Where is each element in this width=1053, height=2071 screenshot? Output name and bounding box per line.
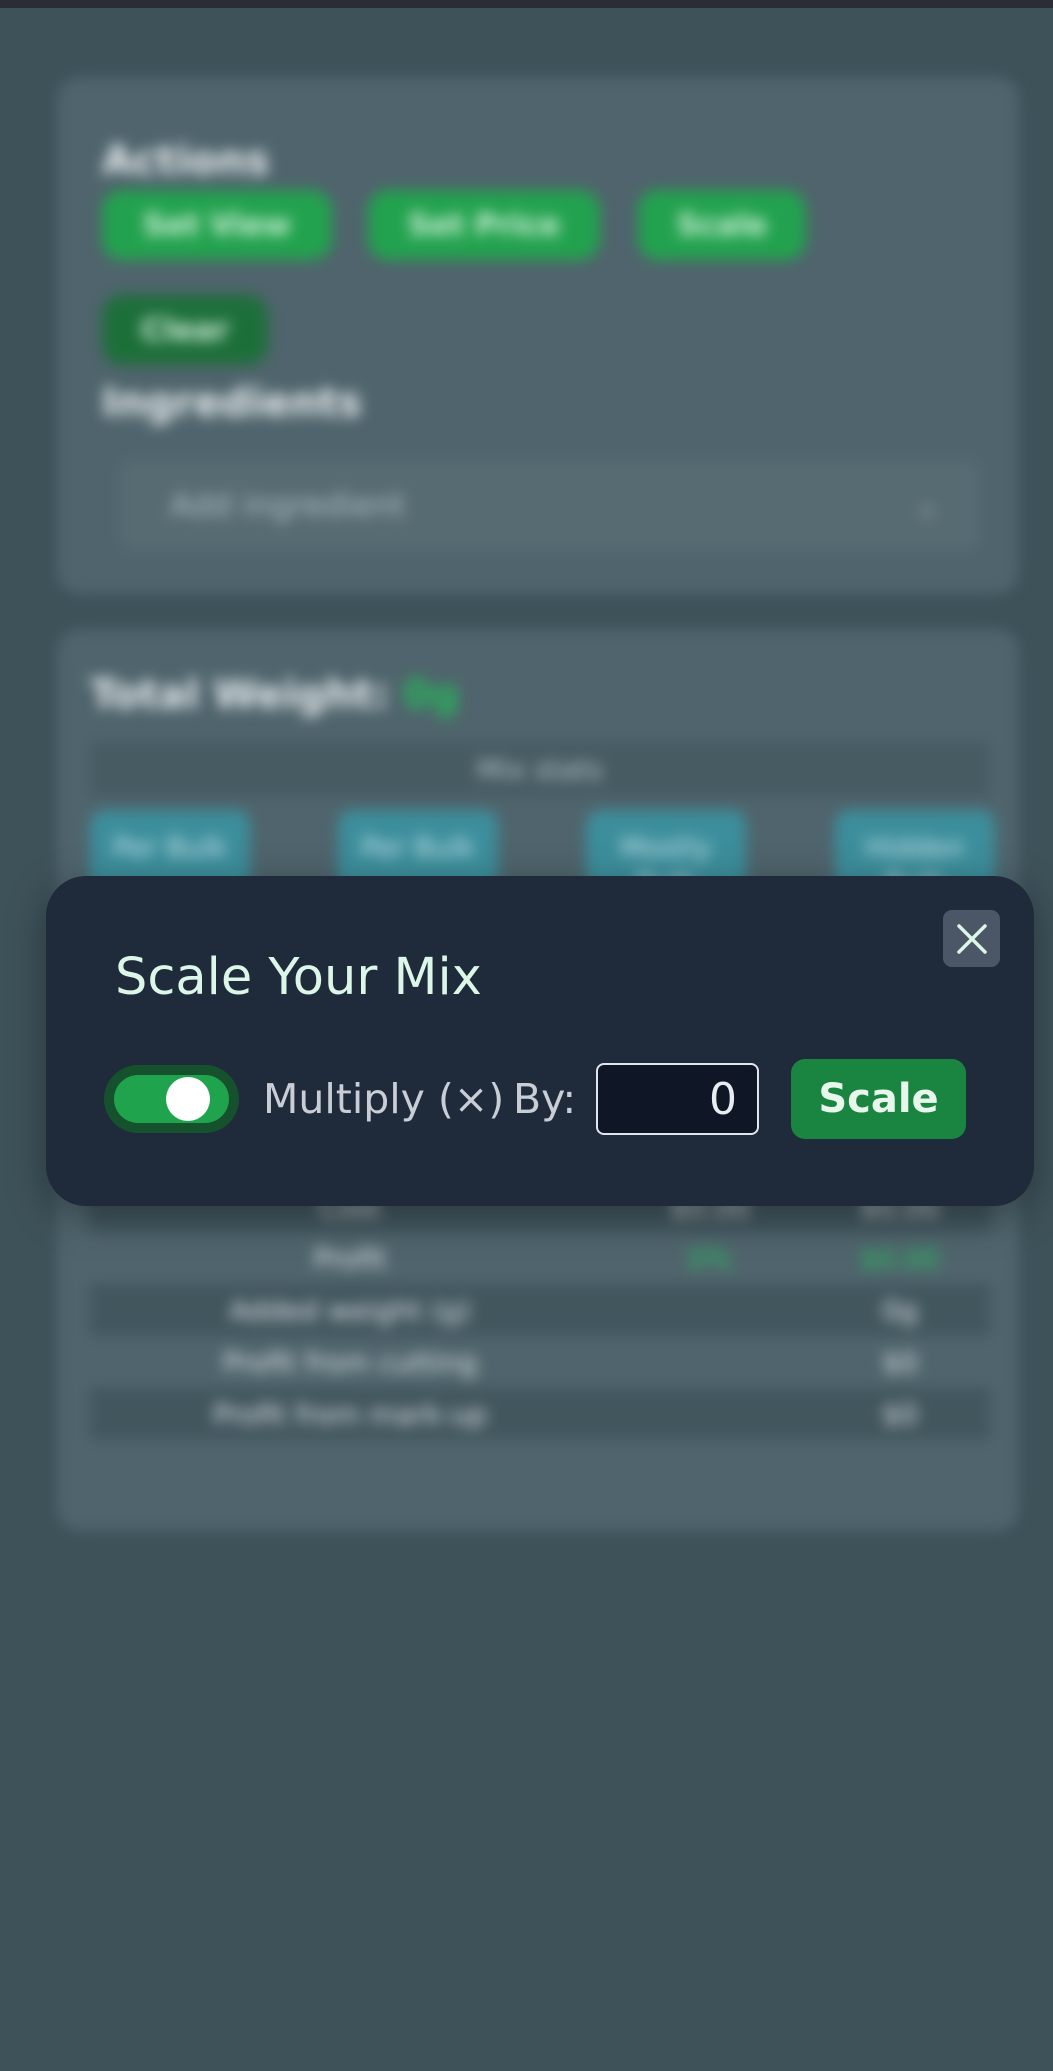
scale-open-button: Scale xyxy=(638,190,806,260)
row-label: Profit xyxy=(313,1241,387,1275)
table-row: Added weight (g) 0g xyxy=(90,1284,990,1336)
row-label: Profit from cutting xyxy=(222,1345,478,1379)
scale-button[interactable]: Scale xyxy=(791,1059,966,1139)
scale-mix-modal: Scale Your Mix Multiply (×) By: Scale xyxy=(46,876,1034,1206)
row-value-b: $0 xyxy=(882,1345,918,1379)
actions-heading: Actions xyxy=(102,138,270,184)
row-value-b: $0 xyxy=(882,1397,918,1431)
close-button[interactable] xyxy=(943,910,1000,967)
total-weight-label: Total Weight: xyxy=(90,672,389,718)
actions-card: Actions Set View Set Price Scale Clear I… xyxy=(58,78,1018,593)
clear-button: Clear xyxy=(102,295,268,365)
table-row: Profit 0% $0.00 xyxy=(90,1232,990,1284)
table-row: Profit from mark-up $0 xyxy=(90,1388,990,1440)
row-label: Added weight (g) xyxy=(229,1293,471,1327)
add-ingredient-label: Add ingredient xyxy=(170,486,406,524)
row-value-b: $0.00 xyxy=(859,1241,941,1275)
total-weight-value: 0g xyxy=(402,672,460,718)
chevron-down-icon: ⌄ xyxy=(914,487,940,523)
row-value-b: 0g xyxy=(882,1293,918,1327)
row-label: Profit from mark-up xyxy=(213,1397,487,1431)
close-icon xyxy=(956,923,987,954)
multiply-toggle[interactable] xyxy=(104,1065,239,1133)
mix-stats-header: Mix stats xyxy=(90,742,990,796)
set-view-button: Set View xyxy=(102,190,332,260)
table-row: Profit from cutting $0 xyxy=(90,1336,990,1388)
total-weight: Total Weight: 0g xyxy=(90,672,459,718)
set-price-button: Set Price xyxy=(368,190,600,260)
add-ingredient-select: Add ingredient ⌄ xyxy=(120,460,980,550)
modal-title: Scale Your Mix xyxy=(115,948,482,1007)
ingredients-heading: Ingredients xyxy=(102,380,362,426)
toggle-knob xyxy=(166,1077,210,1121)
window-top-bar xyxy=(0,0,1053,8)
multiply-label: Multiply (×) xyxy=(263,1075,505,1123)
by-label: By: xyxy=(513,1075,577,1123)
scale-amount-input[interactable] xyxy=(596,1063,759,1135)
row-value-a: 0% xyxy=(687,1241,733,1275)
